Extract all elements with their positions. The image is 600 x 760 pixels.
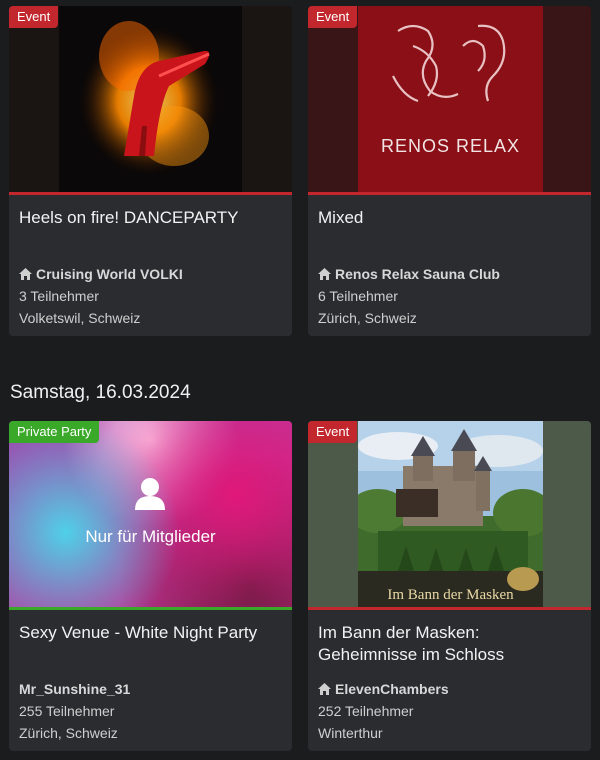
event-image: Event xyxy=(9,6,292,192)
event-host[interactable]: Renos Relax Sauna Club xyxy=(318,263,581,285)
event-location: Volketswil, Schweiz xyxy=(19,310,141,326)
event-host[interactable]: Mr_Sunshine_31 xyxy=(19,678,282,700)
event-card-mixed[interactable]: RENOS RELAX Event Mixed Renos Relax Saun… xyxy=(308,6,591,336)
castle-image xyxy=(358,421,543,607)
event-card-im-bann-der-masken[interactable]: Im Bann der Masken Event Im Bann der Mas… xyxy=(308,421,591,751)
event-card-heels-on-fire[interactable]: Event Heels on fire! DANCEPARTY Cruising… xyxy=(9,6,292,336)
participant-count: 6 Teilnehmer xyxy=(318,288,398,304)
participant-count: 3 Teilnehmer xyxy=(19,288,99,304)
renos-relax-logo-icon xyxy=(392,24,506,103)
host-name: Renos Relax Sauna Club xyxy=(335,266,500,282)
event-title[interactable]: Sexy Venue - White Night Party xyxy=(9,610,292,678)
logo-text: RENOS RELAX xyxy=(380,136,521,156)
home-icon xyxy=(318,268,331,280)
flaming-heel-image xyxy=(9,6,292,192)
event-image: Im Bann der Masken Event xyxy=(308,421,591,607)
home-icon xyxy=(19,268,32,280)
event-location: Zürich, Schweiz xyxy=(19,725,118,741)
event-badge: Event xyxy=(308,6,358,28)
event-card-sexy-venue[interactable]: Nur für Mitglieder Private Party Sexy Ve… xyxy=(9,421,292,751)
participant-count: 255 Teilnehmer xyxy=(19,703,115,719)
host-name: Mr_Sunshine_31 xyxy=(19,681,131,697)
event-host[interactable]: ElevenChambers xyxy=(318,678,581,700)
logo-panel: RENOS RELAX xyxy=(358,6,543,192)
image-caption: Im Bann der Masken xyxy=(387,587,514,603)
event-title[interactable]: Im Bann der Masken: Geheimnisse im Schlo… xyxy=(308,610,591,678)
event-location: Zürich, Schweiz xyxy=(318,310,417,326)
event-location: Winterthur xyxy=(318,725,383,741)
event-badge: Event xyxy=(308,421,358,443)
event-host[interactable]: Cruising World VOLKI xyxy=(19,263,282,285)
event-title[interactable]: Mixed xyxy=(308,195,591,263)
host-name: Cruising World VOLKI xyxy=(36,266,183,282)
home-icon xyxy=(318,683,331,695)
private-party-badge: Private Party xyxy=(9,421,100,443)
event-badge: Event xyxy=(9,6,59,28)
participant-count: 252 Teilnehmer xyxy=(318,703,414,719)
day-heading: Samstag, 16.03.2024 xyxy=(10,382,191,403)
user-icon xyxy=(135,478,165,510)
event-image: RENOS RELAX Event xyxy=(308,6,591,192)
event-title[interactable]: Heels on fire! DANCEPARTY xyxy=(9,195,292,263)
host-name: ElevenChambers xyxy=(335,681,449,697)
event-image-members-only: Nur für Mitglieder Private Party xyxy=(9,421,292,607)
members-only-text: Nur für Mitglieder xyxy=(85,527,216,546)
